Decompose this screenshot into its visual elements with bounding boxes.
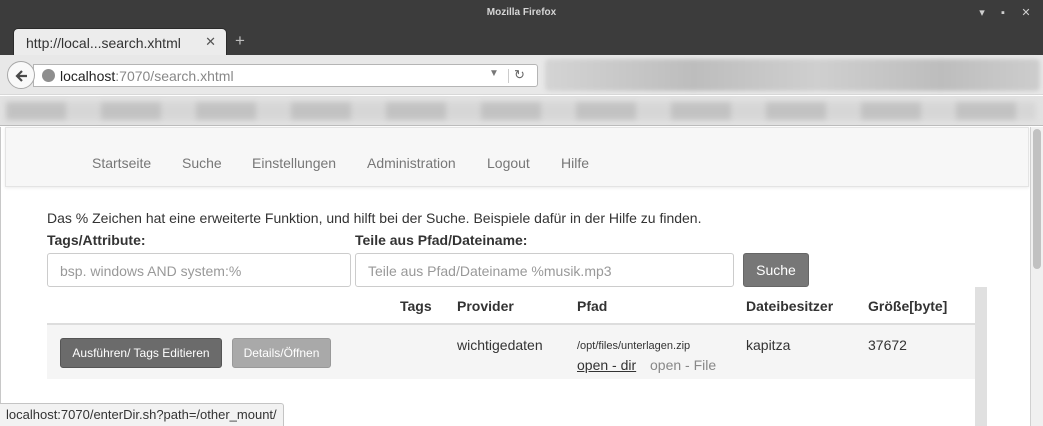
site-navbar: Startseite Suche Einstellungen Administr… bbox=[5, 127, 1029, 187]
page-scrollbar-thumb[interactable] bbox=[1033, 129, 1041, 269]
back-arrow-icon bbox=[15, 70, 27, 82]
close-window-button[interactable]: ✕ bbox=[1018, 5, 1034, 21]
details-open-button[interactable]: Details/Öffnen bbox=[232, 338, 331, 368]
url-dropdown-icon[interactable]: ▼ bbox=[489, 68, 499, 79]
col-owner: Dateibesitzer bbox=[746, 298, 834, 314]
col-provider: Provider bbox=[457, 298, 514, 314]
globe-icon bbox=[42, 69, 55, 82]
url-bar[interactable]: localhost:7070/search.xhtml ▼ ↻ bbox=[33, 64, 538, 87]
url-text: localhost:7070/search.xhtml bbox=[60, 68, 234, 84]
navigation-toolbar: localhost:7070/search.xhtml ▼ ↻ bbox=[0, 55, 1043, 95]
col-size: Größe[byte] bbox=[868, 298, 948, 314]
status-bar: localhost:7070/enterDir.sh?path=/other_m… bbox=[0, 403, 284, 426]
search-hint: Das % Zeichen hat eine erweiterte Funkti… bbox=[47, 210, 702, 226]
cell-path: /opt/files/unterlagen.zip bbox=[577, 340, 691, 352]
blurred-toolbar-extensions bbox=[545, 59, 1040, 91]
nav-suche[interactable]: Suche bbox=[182, 155, 222, 171]
tags-label: Tags/Attribute: bbox=[47, 232, 146, 248]
page-content: Startseite Suche Einstellungen Administr… bbox=[0, 127, 1030, 426]
path-input[interactable]: Teile aus Pfad/Dateiname %musik.mp3 bbox=[355, 253, 734, 287]
nav-administration[interactable]: Administration bbox=[367, 155, 456, 171]
cell-provider: wichtigedaten bbox=[457, 337, 543, 353]
cell-size: 37672 bbox=[868, 337, 907, 353]
window-title: Mozilla Firefox bbox=[486, 7, 557, 18]
tab-strip: http://local...search.xhtml ✕ bbox=[0, 25, 1043, 55]
execute-edit-tags-button[interactable]: Ausführen/ Tags Editieren bbox=[60, 338, 222, 368]
tab-close-icon[interactable]: ✕ bbox=[205, 34, 216, 50]
reload-icon[interactable]: ↻ bbox=[514, 67, 525, 83]
nav-einstellungen[interactable]: Einstellungen bbox=[252, 155, 336, 171]
blurred-bookmarks bbox=[6, 102, 1036, 120]
bookmarks-toolbar bbox=[0, 96, 1043, 126]
maximize-button[interactable]: ▪ bbox=[995, 5, 1011, 21]
open-file-link[interactable]: open - File bbox=[650, 357, 716, 373]
tags-input[interactable]: bsp. windows AND system:% bbox=[47, 253, 351, 287]
window-titlebar: Mozilla Firefox ▾ ▪ ✕ bbox=[0, 0, 1043, 25]
tab-label: http://local...search.xhtml bbox=[26, 35, 181, 51]
col-path: Pfad bbox=[577, 298, 608, 314]
tab-search[interactable]: http://local...search.xhtml ✕ bbox=[13, 28, 227, 55]
nav-logout[interactable]: Logout bbox=[487, 155, 530, 171]
nav-startseite[interactable]: Startseite bbox=[92, 155, 151, 171]
inner-scrollbar[interactable] bbox=[975, 287, 987, 426]
minimize-button[interactable]: ▾ bbox=[974, 5, 990, 21]
cell-owner: kapitza bbox=[746, 337, 791, 353]
col-tags: Tags bbox=[400, 298, 432, 314]
page-scrollbar[interactable] bbox=[1030, 127, 1043, 426]
url-separator bbox=[508, 69, 509, 83]
back-button[interactable] bbox=[7, 61, 35, 89]
search-button[interactable]: Suche bbox=[743, 253, 809, 287]
path-label: Teile aus Pfad/Dateiname: bbox=[355, 232, 528, 248]
open-dir-link[interactable]: open - dir bbox=[577, 357, 636, 373]
new-tab-icon[interactable]: + bbox=[235, 31, 245, 51]
nav-hilfe[interactable]: Hilfe bbox=[561, 155, 589, 171]
